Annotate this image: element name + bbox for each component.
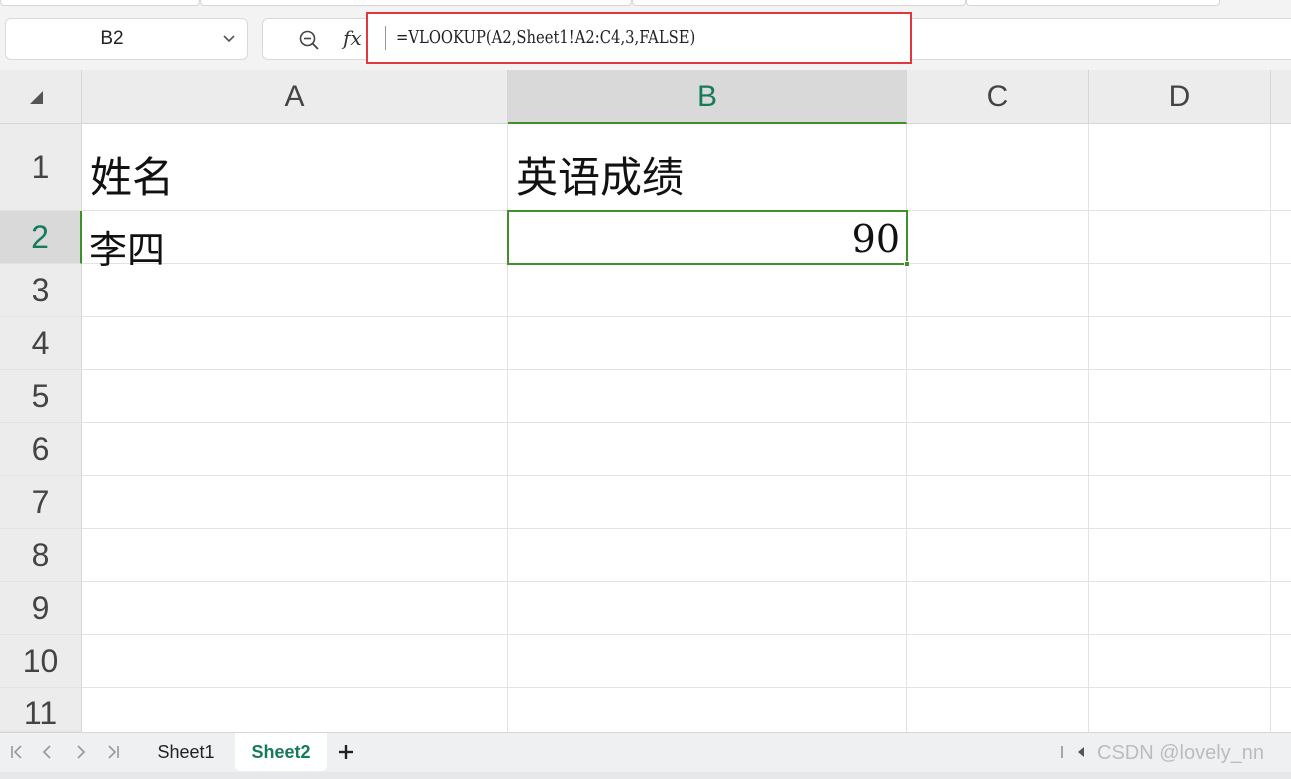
row-header-1[interactable]: 1 bbox=[0, 124, 82, 211]
row-header-8[interactable]: 8 bbox=[0, 529, 82, 582]
status-strip bbox=[0, 772, 1291, 779]
select-all-triangle-icon bbox=[30, 91, 43, 104]
row-header-11[interactable]: 11 bbox=[0, 688, 82, 732]
grid-line bbox=[82, 687, 1291, 688]
toolbar-segment bbox=[966, 0, 1220, 6]
chevron-down-icon[interactable] bbox=[221, 31, 237, 47]
tab-sheet2[interactable]: Sheet2 bbox=[235, 733, 327, 771]
row-header-10[interactable]: 10 bbox=[0, 635, 82, 688]
tab-sheet1[interactable]: Sheet1 bbox=[142, 733, 230, 771]
row-header-7[interactable]: 7 bbox=[0, 476, 82, 529]
toolbar-edge bbox=[0, 0, 1291, 8]
column-header-c[interactable]: C bbox=[907, 70, 1089, 124]
zoom-out-icon[interactable] bbox=[298, 29, 320, 51]
cell-a1[interactable]: 姓名 bbox=[90, 144, 174, 205]
formula-input[interactable]: =VLOOKUP(A2,Sheet1!A2:C4,3,FALSE) bbox=[366, 12, 912, 64]
grid-line bbox=[82, 369, 1291, 370]
grid-line bbox=[82, 528, 1291, 529]
toolbar-segment bbox=[632, 0, 966, 6]
column-header-a[interactable]: A bbox=[82, 70, 508, 124]
sheet-tab-bar: Sheet1 Sheet2 CSDN @lovely_nn bbox=[0, 732, 1291, 772]
name-box[interactable]: B2 bbox=[5, 18, 248, 60]
previous-sheet-icon[interactable] bbox=[38, 743, 56, 761]
fill-handle[interactable] bbox=[904, 261, 910, 267]
column-header-b[interactable]: B bbox=[508, 70, 907, 124]
row-header-6[interactable]: 6 bbox=[0, 423, 82, 476]
formula-text: =VLOOKUP(A2,Sheet1!A2:C4,3,FALSE) bbox=[396, 27, 696, 48]
cell-b2: 90 bbox=[851, 217, 900, 261]
cell-a2[interactable]: 李四 bbox=[89, 219, 165, 274]
first-sheet-icon[interactable] bbox=[8, 743, 26, 761]
fx-icon[interactable]: fx bbox=[343, 26, 362, 50]
row-header-3[interactable]: 3 bbox=[0, 264, 82, 317]
grid-line bbox=[1088, 124, 1089, 732]
grid-line bbox=[82, 581, 1291, 582]
row-header-9[interactable]: 9 bbox=[0, 582, 82, 635]
selected-cell-b2[interactable]: 90 bbox=[507, 210, 910, 267]
column-header-d[interactable]: D bbox=[1089, 70, 1271, 124]
toolbar-segment bbox=[200, 0, 632, 6]
grid-line bbox=[82, 422, 1291, 423]
scroll-left-icon[interactable] bbox=[1058, 743, 1088, 761]
row-header-5[interactable]: 5 bbox=[0, 370, 82, 423]
column-header-e-partial[interactable] bbox=[1271, 70, 1291, 124]
select-all-corner[interactable] bbox=[0, 70, 82, 124]
row-header-2[interactable]: 2 bbox=[0, 211, 82, 264]
grid-line bbox=[82, 475, 1291, 476]
text-caret bbox=[385, 26, 386, 50]
add-sheet-icon[interactable] bbox=[334, 740, 358, 764]
spreadsheet-window: B2 fx =VLOOKUP(A2,Sheet1!A2:C4,3,FALSE) … bbox=[0, 0, 1291, 779]
grid-line bbox=[82, 634, 1291, 635]
cell-b1[interactable]: 英语成绩 bbox=[516, 144, 684, 205]
grid-line bbox=[1270, 124, 1271, 732]
watermark-text: CSDN @lovely_nn bbox=[1097, 742, 1265, 764]
row-header-4[interactable]: 4 bbox=[0, 317, 82, 370]
cell-grid[interactable]: 姓名 英语成绩 李四 90 bbox=[82, 124, 1291, 732]
next-sheet-icon[interactable] bbox=[72, 743, 90, 761]
toolbar-segment bbox=[0, 0, 200, 6]
last-sheet-icon[interactable] bbox=[104, 743, 122, 761]
grid-line bbox=[82, 316, 1291, 317]
name-box-value: B2 bbox=[100, 28, 124, 49]
